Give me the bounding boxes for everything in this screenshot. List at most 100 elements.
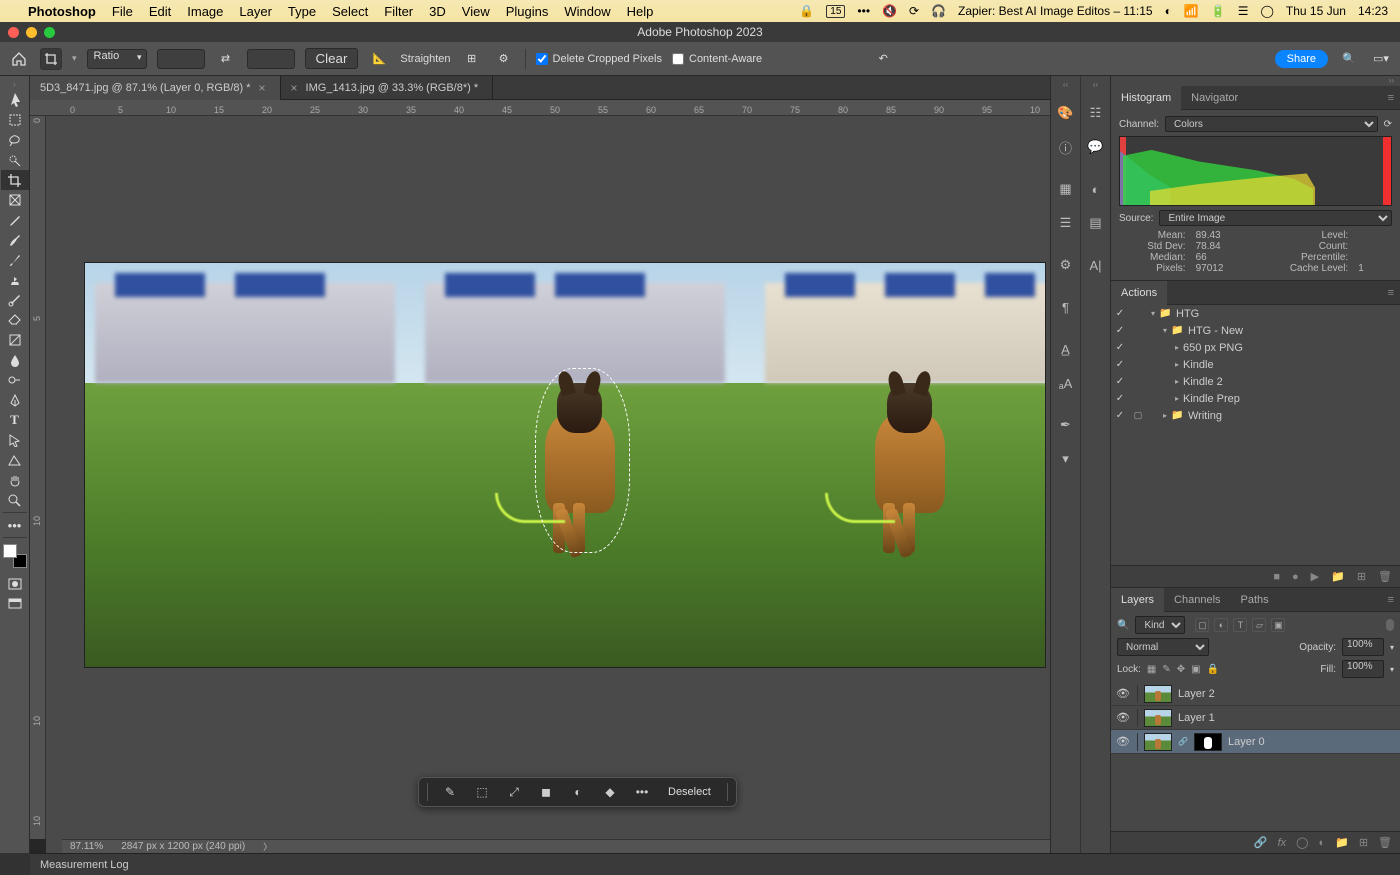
histogram-tab[interactable]: Histogram <box>1111 86 1181 110</box>
menubar-date[interactable]: Thu 15 Jun <box>1286 4 1346 18</box>
clone-stamp-tool[interactable] <box>1 270 29 290</box>
layer-mask-button[interactable]: ◯ <box>1296 836 1308 849</box>
wifi-icon[interactable]: 📶 <box>1184 4 1199 18</box>
layer-style-button[interactable]: fx <box>1278 837 1287 849</box>
swatches-panel-icon[interactable]: ▦ <box>1055 178 1077 200</box>
delete-action-button[interactable]: 🗑 <box>1378 570 1392 583</box>
gradients-panel-icon[interactable]: ◐ <box>1085 178 1107 200</box>
panel-menu-icon[interactable]: ≡ <box>1382 594 1400 606</box>
action-set-writing[interactable]: ✓▢▸📁Writing <box>1111 407 1400 424</box>
lock-artboard-icon[interactable]: ▣ <box>1191 664 1200 675</box>
new-group-button[interactable]: 📁 <box>1335 836 1349 849</box>
layer-2-row[interactable]: 👁 Layer 2 <box>1111 682 1400 706</box>
mute-icon[interactable]: 🔇 <box>882 4 897 18</box>
zoom-tool[interactable] <box>1 490 29 510</box>
edit-toolbar-button[interactable]: ••• <box>1 515 29 535</box>
ratio-width-input[interactable] <box>157 49 205 69</box>
calendar-icon[interactable]: 15 <box>826 5 845 18</box>
channels-tab[interactable]: Channels <box>1164 588 1230 612</box>
hand-tool[interactable] <box>1 470 29 490</box>
lock-icon[interactable]: 🔒 <box>799 4 814 18</box>
mask-link-icon[interactable]: 🔗 <box>1178 737 1188 746</box>
search-button[interactable]: 🔍 <box>1338 48 1360 70</box>
layer-thumbnail[interactable] <box>1144 685 1172 703</box>
layer-name[interactable]: Layer 2 <box>1178 688 1215 700</box>
layer-1-row[interactable]: 👁 Layer 1 <box>1111 706 1400 730</box>
character-panel-icon[interactable]: A̲ <box>1055 338 1077 360</box>
headphones-icon[interactable]: 🎧 <box>931 4 946 18</box>
new-action-button[interactable]: ⊞ <box>1357 570 1366 583</box>
more-icon[interactable]: ••• <box>857 4 870 18</box>
refresh-histogram-icon[interactable]: ⟳ <box>1384 119 1392 130</box>
source-dropdown[interactable]: Entire Image <box>1159 210 1392 226</box>
action-kindle[interactable]: ✓▸Kindle <box>1111 356 1400 373</box>
app-menu[interactable]: Photoshop <box>28 4 96 19</box>
libraries-panel-icon[interactable]: ☰ <box>1055 212 1077 234</box>
marquee-tool[interactable] <box>1 110 29 130</box>
menu-filter[interactable]: Filter <box>384 4 413 19</box>
canvas-viewport[interactable]: ✎ ⬚ ⤢ ◼ ◐ ◆ ••• Deselect 87.11% 2847 px … <box>46 116 1050 853</box>
fill-input[interactable]: 100% <box>1342 660 1384 678</box>
channel-dropdown[interactable]: Colors <box>1165 116 1378 132</box>
menu-3d[interactable]: 3D <box>429 4 446 19</box>
frame-tool[interactable] <box>1 190 29 210</box>
menu-edit[interactable]: Edit <box>149 4 171 19</box>
info-panel-icon[interactable]: ⓘ <box>1055 136 1077 158</box>
control-center-icon[interactable]: ☰ <box>1238 4 1249 18</box>
lock-position-icon[interactable]: ✥ <box>1177 664 1185 675</box>
mask-button[interactable]: ◼ <box>536 782 556 802</box>
spotlight-icon[interactable]: ◯ <box>1260 4 1273 18</box>
filter-type-icon[interactable]: T <box>1233 618 1247 632</box>
properties-panel-icon[interactable]: ☷ <box>1085 102 1107 124</box>
visibility-toggle[interactable]: 👁 <box>1115 687 1131 700</box>
filter-adjustment-icon[interactable]: ◐ <box>1214 618 1228 632</box>
modify-selection-button[interactable]: ⬚ <box>472 782 492 802</box>
quick-select-tool[interactable] <box>1 150 29 170</box>
visibility-toggle[interactable]: 👁 <box>1115 735 1131 748</box>
window-close-button[interactable] <box>8 27 19 38</box>
link-layers-button[interactable]: 🔗 <box>1254 836 1268 849</box>
menu-type[interactable]: Type <box>288 4 316 19</box>
overlay-grid-button[interactable]: ⊞ <box>461 48 483 70</box>
crop-tool-icon[interactable] <box>40 48 62 70</box>
menu-help[interactable]: Help <box>627 4 654 19</box>
status-flyout-icon[interactable]: 〉 <box>263 840 272 853</box>
history-brush-tool[interactable] <box>1 290 29 310</box>
deselect-button[interactable]: Deselect <box>664 786 715 798</box>
layers-tab[interactable]: Layers <box>1111 588 1164 612</box>
share-button[interactable]: Share <box>1275 50 1328 68</box>
new-layer-button[interactable]: ⊞ <box>1359 836 1368 849</box>
action-kindle-prep[interactable]: ✓▸Kindle Prep <box>1111 390 1400 407</box>
filter-smart-icon[interactable]: ▣ <box>1271 618 1285 632</box>
close-tab-icon[interactable]: × <box>291 81 298 95</box>
straighten-label[interactable]: Straighten <box>400 53 450 65</box>
blur-tool[interactable] <box>1 350 29 370</box>
eraser-tool[interactable] <box>1 310 29 330</box>
layer-0-row[interactable]: 👁 🔗 Layer 0 <box>1111 730 1400 754</box>
clear-button[interactable]: Clear <box>305 48 359 69</box>
layer-name[interactable]: Layer 1 <box>1178 712 1215 724</box>
styles-panel-icon[interactable]: ▾ <box>1055 448 1077 470</box>
lock-pixels-icon[interactable]: ✎ <box>1162 664 1170 675</box>
filter-shape-icon[interactable]: ▱ <box>1252 618 1266 632</box>
reset-crop-button[interactable]: ↶ <box>872 48 894 70</box>
workspace-button[interactable]: ▭▾ <box>1370 48 1392 70</box>
paths-tab[interactable]: Paths <box>1231 588 1279 612</box>
panel-menu-icon[interactable]: ≡ <box>1382 92 1400 104</box>
horizontal-ruler[interactable]: 0 5 10 15 20 25 30 35 40 45 50 55 60 65 … <box>30 100 1050 116</box>
brush-tool[interactable] <box>1 250 29 270</box>
vertical-ruler[interactable]: 0 5 10 10 10 <box>30 116 46 839</box>
document-dimensions[interactable]: 2847 px x 1200 px (240 ppi) <box>121 841 245 852</box>
contextual-task-bar[interactable]: ✎ ⬚ ⤢ ◼ ◐ ◆ ••• Deselect <box>418 777 737 807</box>
more-options-button[interactable]: ••• <box>632 782 652 802</box>
adjustment-button[interactable]: ◐ <box>568 782 588 802</box>
action-650px-png[interactable]: ✓▸650 px PNG <box>1111 339 1400 356</box>
layer-filter-dropdown[interactable]: Kind <box>1135 616 1185 634</box>
navigator-tab[interactable]: Navigator <box>1181 86 1248 110</box>
fill-button[interactable]: ◆ <box>600 782 620 802</box>
foreground-background-colors[interactable] <box>3 544 27 568</box>
expand-panels-icon[interactable]: ‹‹ <box>1051 80 1080 90</box>
zoom-level[interactable]: 87.11% <box>70 841 103 852</box>
menu-window[interactable]: Window <box>564 4 610 19</box>
patterns-panel-icon[interactable]: ▤ <box>1085 212 1107 234</box>
